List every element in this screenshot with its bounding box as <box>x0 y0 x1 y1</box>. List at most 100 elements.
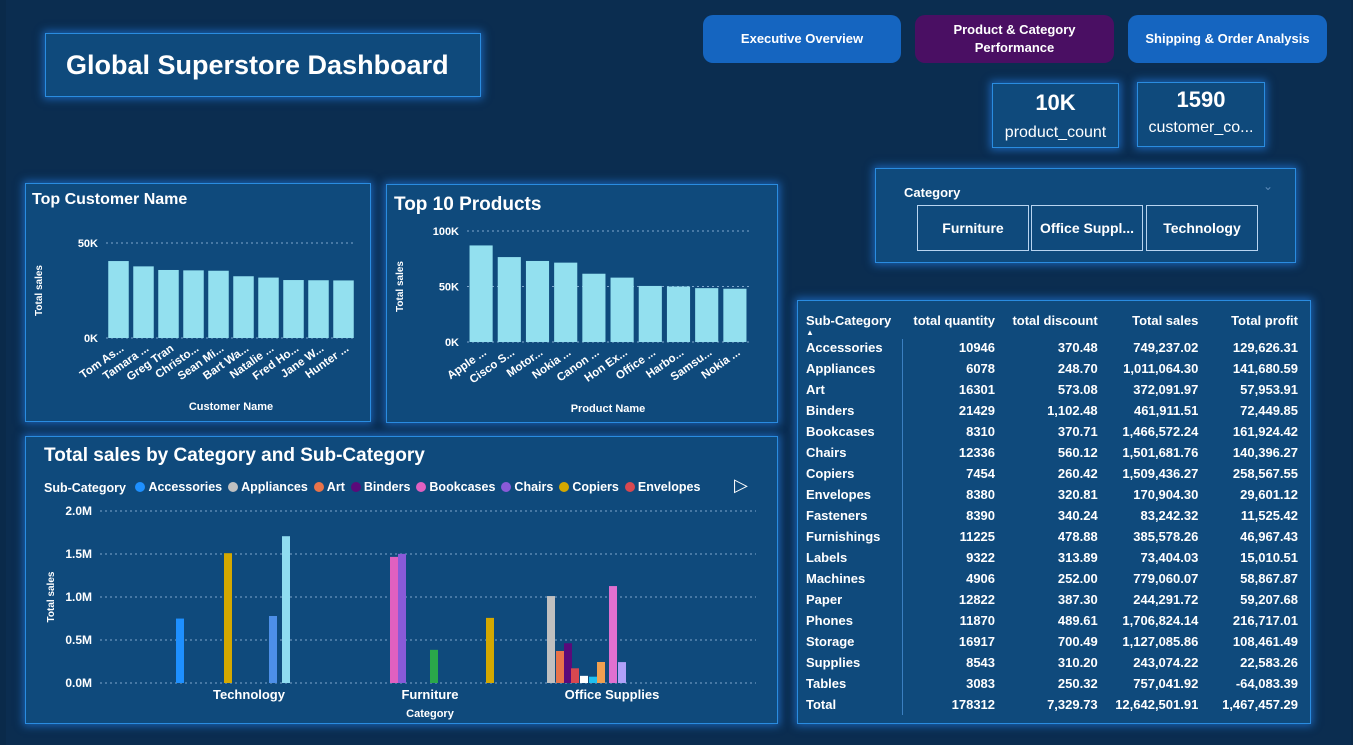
category-bar-chairs[interactable] <box>398 553 406 683</box>
table-cell: 248.70 <box>1057 361 1098 376</box>
category-bar-binders[interactable] <box>564 643 572 683</box>
customer-bar[interactable] <box>308 280 329 338</box>
slicer-option-furniture[interactable]: Furniture <box>917 205 1029 251</box>
table-row[interactable]: Labels 9322 313.89 73,404.03 15,010.51 <box>798 547 1302 568</box>
top-products-chart: Top 10 Products 100K 50K 0K Apple ... Cisco … <box>386 184 778 423</box>
nav-executive-overview[interactable]: Executive Overview <box>703 15 901 63</box>
category-x-tick: Office Supplies <box>565 687 660 702</box>
table-cell-sub-category: Envelopes <box>806 487 872 502</box>
product-bar[interactable] <box>497 257 521 342</box>
table-row[interactable]: Binders 21429 1,102.48 461,911.51 72,449.85 <box>798 400 1302 421</box>
table-cell: 83,242.32 <box>1140 508 1199 523</box>
category-bar-art[interactable] <box>556 651 564 683</box>
slicer-option-office-supplies[interactable]: Office Suppl... <box>1031 205 1143 251</box>
column-header-total-sales[interactable]: Total sales <box>1098 303 1205 337</box>
category-bar-bookcases[interactable] <box>390 556 398 683</box>
customer-bar[interactable] <box>333 280 354 338</box>
category-bar-envelopes[interactable] <box>571 668 579 683</box>
category-bar-copiers[interactable] <box>224 553 232 683</box>
category-bar-supplies[interactable] <box>618 662 626 683</box>
table-row[interactable]: Chairs 12336 560.12 1,501,681.76 140,396.27 <box>798 442 1302 463</box>
category-bar-storage[interactable] <box>609 586 617 683</box>
table-cell: 15,010.51 <box>1240 550 1298 565</box>
nav-product-category-performance[interactable]: Product & Category Performance <box>915 15 1114 63</box>
product-bar[interactable] <box>638 285 662 342</box>
customer-bar[interactable] <box>233 276 254 338</box>
top-customer-plot: 50K0KTom As...Tamara ...Greg TranChristo… <box>34 238 356 413</box>
chevron-down-icon[interactable]: ⌄ <box>1263 179 1273 193</box>
product-bar[interactable] <box>610 277 634 342</box>
table-row[interactable]: Fasteners 8390 340.24 83,242.32 11,525.42 <box>798 505 1302 526</box>
column-header-sub-category[interactable]: Sub-Category ▲ <box>798 303 901 338</box>
category-bar-tables[interactable] <box>486 617 494 683</box>
table-cell: 73,404.03 <box>1140 550 1199 565</box>
category-bar-appliances[interactable] <box>547 596 555 683</box>
table-row[interactable]: Accessories 10946 370.48 749,237.02 129,626.… <box>798 337 1302 358</box>
product-bar[interactable] <box>525 260 550 342</box>
customer-bar[interactable] <box>258 277 279 338</box>
table-cell: 21429 <box>958 403 996 418</box>
table-row[interactable]: Art 16301 573.08 372,091.97 57,953.91 <box>798 379 1302 400</box>
category-bar-machines[interactable] <box>269 616 277 683</box>
slicer-option-technology[interactable]: Technology <box>1146 205 1258 251</box>
customer-y-axis-label: Total sales <box>34 265 45 316</box>
table-row[interactable]: Envelopes 8380 320.81 170,904.30 29,601.12 <box>798 484 1302 505</box>
category-bar-paper[interactable] <box>597 661 605 683</box>
column-header-total-profit[interactable]: Total profit <box>1204 303 1302 337</box>
customer-bar[interactable] <box>183 270 204 338</box>
table-cell: 4906 <box>966 571 996 586</box>
product-bar[interactable] <box>554 262 578 342</box>
table-row[interactable]: Appliances 6078 248.70 1,011,064.30 141,680.… <box>798 358 1302 379</box>
table-cell: 8310 <box>966 424 996 439</box>
category-bar-phones[interactable] <box>282 536 290 683</box>
nav-shipping-order-analysis[interactable]: Shipping & Order Analysis <box>1128 15 1327 63</box>
table-cell: 573.08 <box>1057 382 1098 397</box>
table-row[interactable]: Tables 3083 250.32 757,041.92 -64,083.39 <box>798 673 1302 694</box>
table-cell: 749,237.02 <box>1133 340 1199 355</box>
table-cell: 141,680.59 <box>1232 361 1298 376</box>
category-x-axis-label: Category <box>406 708 455 720</box>
table-row[interactable]: Machines 4906 252.00 779,060.07 58,867.87 <box>798 568 1302 589</box>
table-row[interactable]: Copiers 7454 260.42 1,509,436.27 258,567.55 <box>798 463 1302 484</box>
product-bar[interactable] <box>582 273 606 342</box>
table-cell-sub-category: Labels <box>806 550 848 565</box>
kpi-product-count: 10K product_count <box>992 83 1119 148</box>
table-total-row[interactable]: Total 178312 7,329.73 12,642,501.91 1,467,45… <box>798 694 1302 715</box>
category-y-tick: 1.5M <box>65 547 92 561</box>
customer-bar[interactable] <box>158 269 179 338</box>
category-bar-fasteners[interactable] <box>580 675 588 683</box>
table-cell: 7,329.73 <box>1047 697 1098 712</box>
table-header-row: Sub-Category ▲ total quantity total disc… <box>798 303 1302 338</box>
table-cell: 1,509,436.27 <box>1122 466 1199 481</box>
table-row[interactable]: Furnishings 11225 478.88 385,578.26 46,967.4… <box>798 526 1302 547</box>
table-row[interactable]: Supplies 8543 310.20 243,074.22 22,583.26 <box>798 652 1302 673</box>
column-header-total-quantity[interactable]: total quantity <box>901 303 995 337</box>
customer-bar[interactable] <box>208 270 229 338</box>
table-row[interactable]: Bookcases 8310 370.71 1,466,572.24 161,924.4… <box>798 421 1302 442</box>
table-row[interactable]: Paper 12822 387.30 244,291.72 59,207.68 <box>798 589 1302 610</box>
table-cell: 7454 <box>966 466 996 481</box>
category-bar-labels[interactable] <box>589 676 597 683</box>
table-cell: 29,601.12 <box>1240 487 1298 502</box>
product-bar[interactable] <box>695 288 719 342</box>
product-y-tick: 100K <box>433 226 459 238</box>
table-cell: 252.00 <box>1057 571 1098 586</box>
product-x-axis-label: Product Name <box>571 403 646 415</box>
product-bar[interactable] <box>666 286 691 343</box>
table-cell: 3083 <box>966 676 996 691</box>
customer-bar[interactable] <box>283 280 304 338</box>
table-cell: 11225 <box>959 529 996 544</box>
category-bar-accessories[interactable] <box>176 618 184 683</box>
table-cell: 387.30 <box>1057 592 1098 607</box>
product-bar[interactable] <box>469 245 493 342</box>
category-bar-furnishings[interactable] <box>430 649 438 683</box>
table-cell-sub-category: Binders <box>806 403 855 418</box>
table-cell: 1,011,064.30 <box>1123 361 1199 376</box>
customer-bar[interactable] <box>133 266 154 338</box>
table-cell-sub-category: Accessories <box>806 340 883 355</box>
product-bar[interactable] <box>723 288 747 342</box>
table-row[interactable]: Storage 16917 700.49 1,127,085.86 108,461.49 <box>798 631 1302 652</box>
column-header-total-discount[interactable]: total discount <box>995 303 1097 337</box>
table-row[interactable]: Phones 11870 489.61 1,706,824.14 216,717.01 <box>798 610 1302 631</box>
customer-bar[interactable] <box>108 261 129 338</box>
